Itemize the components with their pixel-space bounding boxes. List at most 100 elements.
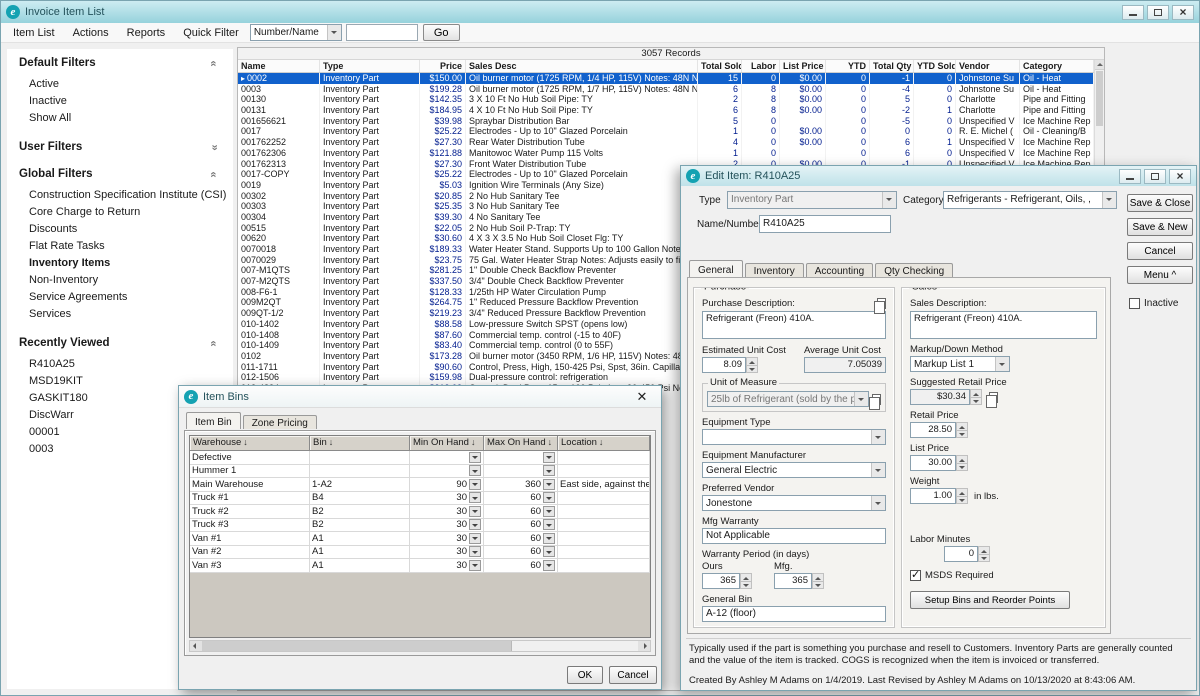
ok-button[interactable]: OK xyxy=(567,666,603,684)
sidebar-item[interactable]: Service Agreements xyxy=(19,288,227,305)
sidebar-item[interactable]: Active xyxy=(19,75,227,92)
markup-method-dropdown[interactable]: Markup List 1 xyxy=(910,356,1010,372)
labor-minutes-input[interactable]: 0 xyxy=(944,546,978,562)
edit-dialog-titlebar[interactable]: Edit Item: R410A25 xyxy=(681,166,1196,186)
spin-up-icon[interactable] xyxy=(956,455,968,463)
sidebar-item[interactable]: Non-Inventory xyxy=(19,271,227,288)
dropdown-arrow-icon[interactable] xyxy=(469,465,481,476)
dropdown-arrow-icon[interactable] xyxy=(469,492,481,503)
table-row[interactable]: 0003 Inventory Part $199.28 Oil burner m… xyxy=(238,84,1094,95)
column-header[interactable]: YTD Sold xyxy=(914,60,956,72)
scroll-right-icon[interactable] xyxy=(638,641,650,651)
spin-up-icon[interactable] xyxy=(978,546,990,554)
cell-bin[interactable]: B4 xyxy=(310,492,410,506)
tab[interactable]: Qty Checking xyxy=(875,263,953,277)
dropdown-arrow-icon[interactable] xyxy=(995,357,1009,371)
cell-bin[interactable]: B2 xyxy=(310,519,410,533)
bins-row[interactable]: Truck #1 B4 30 60 xyxy=(190,492,650,506)
sales-description-input[interactable]: Refrigerant (Freon) 410A. xyxy=(910,311,1097,339)
tab[interactable]: Accounting xyxy=(806,263,873,277)
expand-chevron-icon[interactable] xyxy=(208,144,219,150)
column-header[interactable]: Total Qty xyxy=(870,60,914,72)
dropdown-arrow-icon[interactable] xyxy=(871,496,885,510)
cell-location[interactable] xyxy=(558,532,650,546)
spin-down-icon[interactable] xyxy=(812,581,824,590)
scroll-left-icon[interactable] xyxy=(190,641,202,651)
spin-down-icon[interactable] xyxy=(970,397,982,406)
main-titlebar[interactable]: Invoice Item List xyxy=(1,1,1199,23)
spin-up-icon[interactable] xyxy=(812,573,824,581)
dropdown-arrow-icon[interactable] xyxy=(469,560,481,571)
cell-location[interactable] xyxy=(558,519,650,533)
quick-filter-field-dropdown[interactable]: Number/Name xyxy=(250,24,342,41)
dropdown-arrow-icon[interactable] xyxy=(543,452,555,463)
bins-row[interactable]: Hummer 1 xyxy=(190,465,650,479)
dropdown-arrow-icon[interactable] xyxy=(469,533,481,544)
bins-row[interactable]: Truck #2 B2 30 60 xyxy=(190,505,650,519)
save-new-button[interactable]: Save & New xyxy=(1127,218,1193,236)
inactive-checkbox[interactable] xyxy=(1129,298,1140,309)
dropdown-arrow-icon[interactable] xyxy=(543,519,555,530)
column-header[interactable]: Category xyxy=(1020,60,1094,72)
column-header[interactable]: Name xyxy=(238,60,320,72)
spinner[interactable] xyxy=(812,573,824,589)
spinner[interactable] xyxy=(740,573,752,589)
cell-bin[interactable]: A1 xyxy=(310,559,410,573)
sidebar-item[interactable]: R410A25 xyxy=(19,355,227,372)
weight-input[interactable]: 1.00 xyxy=(910,488,956,504)
estimated-unit-cost-input[interactable]: 8.09 xyxy=(702,357,746,373)
save-close-button[interactable]: Save & Close xyxy=(1127,194,1193,212)
msds-required-checkbox[interactable] xyxy=(910,570,921,581)
spinner[interactable] xyxy=(746,357,758,373)
cell-location[interactable] xyxy=(558,451,650,465)
cell-warehouse[interactable]: Hummer 1 xyxy=(190,465,310,479)
cell-min-on-hand[interactable] xyxy=(410,451,484,465)
bins-row[interactable]: Van #1 A1 30 60 xyxy=(190,532,650,546)
cell-max-on-hand[interactable] xyxy=(484,465,558,479)
spinner[interactable] xyxy=(956,488,968,504)
bins-column-header[interactable]: Min On Hand xyxy=(410,436,484,451)
dropdown-arrow-icon[interactable] xyxy=(543,492,555,503)
go-button[interactable]: Go xyxy=(423,24,460,41)
table-row[interactable]: 001762306 Inventory Part $121.88 Manitow… xyxy=(238,148,1094,159)
cell-warehouse[interactable]: Defective xyxy=(190,451,310,465)
table-row[interactable]: 00131 Inventory Part $184.95 4 X 10 Ft N… xyxy=(238,105,1094,116)
type-dropdown[interactable]: Inventory Part xyxy=(727,191,897,209)
sidebar-item[interactable]: Show All xyxy=(19,109,227,126)
cell-max-on-hand[interactable]: 60 xyxy=(484,546,558,560)
copy-icon[interactable] xyxy=(872,394,881,405)
table-row[interactable]: 001656621 Inventory Part $39.98 Spraybar… xyxy=(238,116,1094,127)
collapse-chevron-icon[interactable] xyxy=(208,171,219,177)
general-bin-input[interactable]: A-12 (floor) xyxy=(702,606,886,622)
spinner[interactable] xyxy=(956,455,968,471)
tab[interactable]: Zone Pricing xyxy=(243,415,317,429)
spin-down-icon[interactable] xyxy=(740,581,752,590)
cell-max-on-hand[interactable]: 60 xyxy=(484,559,558,573)
cell-warehouse[interactable]: Main Warehouse xyxy=(190,478,310,492)
spin-down-icon[interactable] xyxy=(746,365,758,374)
cell-min-on-hand[interactable] xyxy=(410,465,484,479)
column-header[interactable]: Vendor xyxy=(956,60,1020,72)
cell-max-on-hand[interactable]: 60 xyxy=(484,519,558,533)
dropdown-arrow-icon[interactable] xyxy=(543,533,555,544)
bins-column-header[interactable]: Location xyxy=(558,436,650,451)
dropdown-arrow-icon[interactable] xyxy=(543,479,555,490)
cell-max-on-hand[interactable]: 360 xyxy=(484,478,558,492)
cell-warehouse[interactable]: Truck #3 xyxy=(190,519,310,533)
column-header[interactable]: Labor xyxy=(742,60,780,72)
maximize-icon[interactable] xyxy=(1144,169,1166,184)
dropdown-arrow-icon[interactable] xyxy=(469,506,481,517)
list-price-input[interactable]: 30.00 xyxy=(910,455,956,471)
spinner[interactable] xyxy=(970,389,982,405)
table-row[interactable]: 00130 Inventory Part $142.35 3 X 10 Ft N… xyxy=(238,94,1094,105)
cell-location[interactable] xyxy=(558,546,650,560)
table-row[interactable]: 0017 Inventory Part $25.22 Electrodes - … xyxy=(238,126,1094,137)
bins-column-header[interactable]: Bin xyxy=(310,436,410,451)
spinner[interactable] xyxy=(956,422,968,438)
tab[interactable]: Inventory xyxy=(745,263,804,277)
column-header[interactable]: Sales Desc xyxy=(466,60,698,72)
cell-warehouse[interactable]: Truck #1 xyxy=(190,492,310,506)
mfg-warranty-input[interactable]: Not Applicable xyxy=(702,528,886,544)
table-row[interactable]: 001762252 Inventory Part $27.30 Rear Wat… xyxy=(238,137,1094,148)
column-header[interactable]: List Price xyxy=(780,60,826,72)
